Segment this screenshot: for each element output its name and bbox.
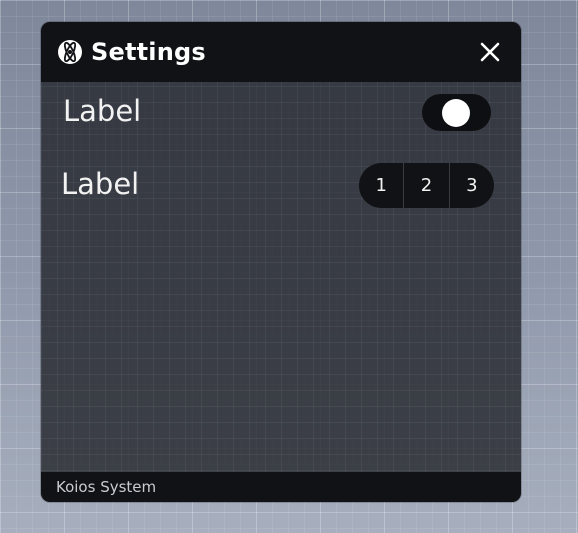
footer-text: Koios System bbox=[56, 478, 157, 496]
atom-logo-icon bbox=[57, 39, 83, 65]
setting-label-segmented: Label bbox=[61, 167, 140, 201]
settings-window: Settings Label Label 1 2 3 Koios System bbox=[41, 22, 521, 502]
segment-option-2[interactable]: 2 bbox=[404, 163, 448, 208]
toggle-knob bbox=[442, 99, 470, 127]
segment-option-3[interactable]: 3 bbox=[450, 163, 494, 208]
segmented-control: 1 2 3 bbox=[359, 163, 494, 208]
segment-option-1[interactable]: 1 bbox=[359, 163, 403, 208]
toggle-switch[interactable] bbox=[422, 94, 491, 131]
close-button[interactable] bbox=[477, 39, 503, 65]
window-title: Settings bbox=[91, 38, 206, 66]
footer-bar: Koios System bbox=[41, 472, 521, 502]
title-bar: Settings bbox=[41, 22, 521, 82]
setting-label-toggle: Label bbox=[63, 94, 142, 128]
close-icon bbox=[480, 42, 500, 62]
